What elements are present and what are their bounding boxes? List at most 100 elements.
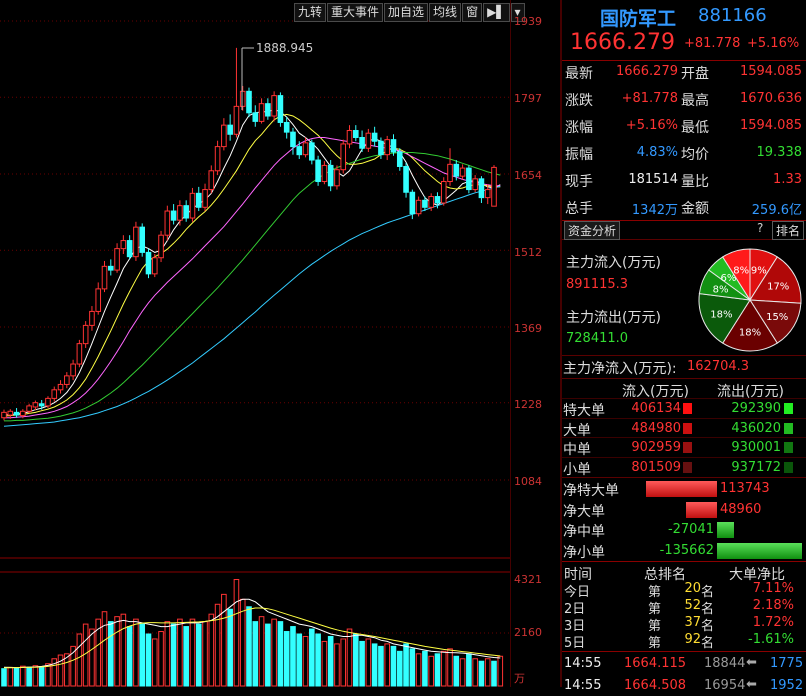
- volume-bar: [120, 613, 127, 687]
- net-flow-row: 净大单 48960: [562, 500, 806, 520]
- quote-row: 涨跌 +81.778 最高 1670.636: [562, 85, 806, 112]
- y-tick-label: 1228: [514, 398, 542, 411]
- quote-row: 振幅 4.83% 均价 19.338: [562, 139, 806, 166]
- rank-row: 2日第 52 名 2.18%: [562, 598, 806, 617]
- flow-label: 小单: [563, 461, 591, 478]
- volume-bar: [7, 666, 14, 687]
- rank-ratio: 1.72%: [752, 615, 794, 630]
- flow-out-value: 937172: [731, 459, 781, 475]
- chart-toolbar: 九转 重大事件 加自选 均线 窗 ▶▌ ▾: [294, 3, 526, 22]
- candle-body: [466, 167, 472, 191]
- toolbar-flag-icon[interactable]: ▶▌: [483, 3, 510, 22]
- tick-arrow-icon: ⬅: [746, 677, 757, 692]
- tick-time: 14:55: [564, 656, 602, 671]
- quote-value: 1666.279: [615, 64, 678, 79]
- candle-body: [409, 191, 416, 215]
- inflow-value: 891115.3: [566, 277, 629, 292]
- toolbar-ma-button[interactable]: 均线: [429, 3, 462, 22]
- net-flow-value: 113743: [720, 481, 770, 496]
- candle-body: [126, 240, 133, 258]
- candle-body: [296, 146, 303, 156]
- quote-row: 现手 181514 量比 1.33: [562, 166, 806, 193]
- candle-body: [227, 124, 233, 135]
- pie-slice-label: 17%: [767, 282, 789, 293]
- volume-bar: [409, 648, 416, 687]
- toolbar-major-events-button[interactable]: 重大事件: [327, 3, 384, 22]
- candle-body: [114, 248, 120, 271]
- net-flow-label: 净中单: [563, 524, 605, 540]
- candle-body: [472, 178, 478, 191]
- candle-body: [64, 375, 70, 385]
- last-price: 1666.279: [570, 30, 675, 55]
- quote-value: 1594.085: [739, 118, 802, 133]
- candle-body: [82, 324, 89, 345]
- moving-average-line: [3, 109, 501, 416]
- quote-value: 181514: [628, 172, 678, 187]
- candle-body: [1, 411, 7, 419]
- candle-body: [183, 205, 189, 219]
- volume-bar: [296, 633, 303, 687]
- flow-in-marker: [683, 442, 692, 453]
- candle-body: [309, 142, 315, 161]
- tick-price: 1664.115: [624, 656, 687, 671]
- net-flow-label: 净小单: [563, 544, 605, 561]
- volume-bar: [246, 606, 252, 687]
- volume-bar: [290, 626, 296, 687]
- candle-body: [447, 163, 453, 183]
- pie-slice-label: 15%: [766, 312, 788, 323]
- tab-fund-analysis[interactable]: 资金分析: [564, 221, 621, 240]
- volume-bar: [340, 638, 347, 687]
- quote-label: 开盘: [681, 66, 709, 82]
- candle-body: [334, 169, 340, 187]
- rank-row: 今日第 20 名 7.11%: [562, 581, 806, 600]
- candle-body: [290, 131, 296, 148]
- security-name: 国防军工: [600, 8, 677, 30]
- tick-volume: 18844: [704, 656, 746, 671]
- volume-bar: [107, 621, 114, 687]
- net-flow-row: 净特大单 113743: [562, 479, 806, 499]
- candle-body: [177, 205, 183, 221]
- volume-bar: [89, 628, 95, 687]
- toolbar-window-button[interactable]: 窗: [462, 3, 483, 22]
- quote-value: 1594.085: [739, 64, 802, 79]
- quote-row: 涨幅 +5.16% 最低 1594.085: [562, 112, 806, 139]
- volume-bar: [189, 618, 196, 687]
- volume-tick-label: 2160: [514, 626, 542, 639]
- candle-body: [170, 210, 177, 221]
- candle-body: [271, 95, 277, 117]
- security-code: 881166: [698, 5, 767, 26]
- volume-bar: [164, 621, 171, 687]
- volume-bar: [422, 650, 428, 687]
- volume-bar: [76, 633, 83, 687]
- volume-unit-label: 万: [514, 672, 525, 685]
- tick-price: 1664.508: [624, 678, 687, 693]
- volume-bar: [352, 633, 359, 687]
- net-flow-value: 48960: [720, 501, 762, 517]
- candle-body: [95, 288, 102, 312]
- flow-row: 特大单 406134 292390: [562, 398, 806, 419]
- volume-bar: [371, 643, 378, 687]
- volume-bar: [415, 653, 422, 687]
- volume-bar: [114, 616, 120, 687]
- toolbar-nine-turn-button[interactable]: 九转: [294, 3, 327, 22]
- y-tick-label: 1797: [514, 92, 542, 105]
- volume-bar: [346, 628, 353, 687]
- flow-in-value: 484980: [631, 420, 681, 436]
- y-tick-label: 1939: [514, 15, 542, 28]
- toolbar-add-watchlist-button[interactable]: 加自选: [384, 3, 429, 22]
- quote-label: 量比: [681, 174, 709, 190]
- candle-body: [20, 410, 26, 417]
- candle-body: [7, 410, 14, 416]
- kline-chart-area[interactable]: 1888.945 九转 重大事件 加自选 均线 窗 ▶▌ ▾: [0, 0, 525, 687]
- quote-header: 国防军工 881166 1666.279 +81.778 +5.16%: [562, 0, 806, 61]
- quote-value: +81.778: [621, 91, 678, 106]
- help-icon[interactable]: ?: [757, 221, 763, 235]
- kline-chart[interactable]: 1888.945: [0, 0, 510, 687]
- candle-body: [378, 140, 384, 156]
- quote-label: 金额: [681, 201, 709, 217]
- rank-button[interactable]: 排名: [772, 221, 805, 240]
- volume-bar: [158, 631, 164, 687]
- candle-body: [195, 192, 202, 208]
- max-price-label: 1888.945: [256, 41, 313, 55]
- funds-tab-bar: 资金分析 ? 排名: [562, 220, 806, 240]
